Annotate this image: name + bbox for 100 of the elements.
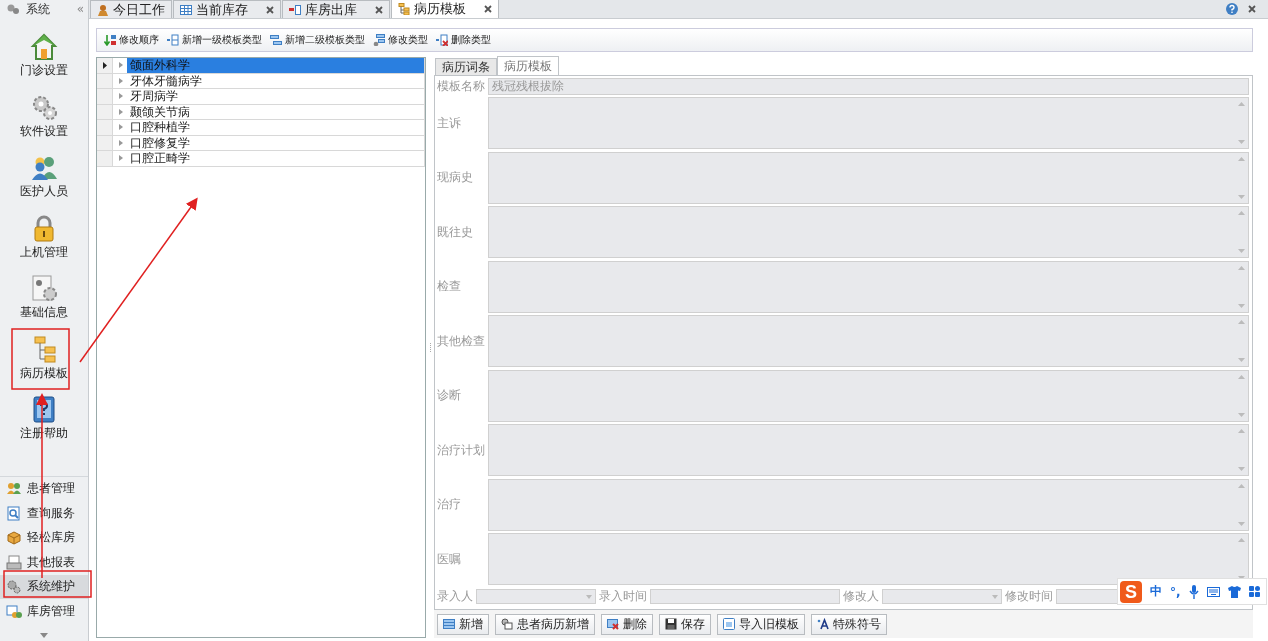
tab[interactable]: 库房出库 bbox=[282, 0, 390, 18]
text-area-field[interactable] bbox=[488, 151, 1249, 204]
field-label: 现病史 bbox=[437, 169, 474, 186]
navigation-item[interactable]: 系统维护 bbox=[0, 574, 88, 599]
close-icon bbox=[1248, 5, 1256, 13]
punctuation-button[interactable]: °, bbox=[1170, 584, 1181, 599]
chevron-down-icon bbox=[40, 633, 48, 638]
scroll-up-icon bbox=[1238, 483, 1245, 488]
text-area-field[interactable] bbox=[488, 533, 1249, 585]
microphone-icon bbox=[1188, 584, 1199, 599]
house-icon bbox=[30, 32, 58, 60]
scroll-down-icon bbox=[1238, 412, 1245, 417]
text-field[interactable] bbox=[650, 589, 840, 604]
text-area-field[interactable] bbox=[488, 97, 1249, 149]
tree-row[interactable]: 牙周病学 bbox=[127, 89, 425, 105]
scroll-down-icon bbox=[1238, 521, 1245, 526]
keyboard-icon bbox=[1206, 586, 1220, 597]
field-label: 录入人 bbox=[437, 588, 473, 605]
sidebar-item[interactable]: 病历模板 bbox=[9, 332, 79, 393]
toolbar-button[interactable]: 新增二级模板类型 bbox=[270, 33, 365, 47]
record-icon bbox=[501, 618, 513, 630]
dropdown-arrow-icon bbox=[586, 594, 592, 599]
current-row-icon bbox=[102, 61, 107, 69]
navigation-item[interactable]: 库房管理 bbox=[0, 599, 88, 624]
text-area-field[interactable] bbox=[488, 315, 1249, 367]
toolbar-button[interactable]: 新增一级模板类型 bbox=[167, 33, 262, 47]
text-area-field[interactable] bbox=[488, 478, 1249, 531]
text-area-field[interactable] bbox=[488, 260, 1249, 313]
people-icon bbox=[6, 481, 22, 497]
gears-icon bbox=[6, 579, 22, 595]
tree-row[interactable]: 口腔正畸学 bbox=[127, 151, 425, 167]
magnifier-document-icon bbox=[6, 505, 22, 521]
field-label: 医嘱 bbox=[437, 550, 462, 568]
dropdown-field[interactable] bbox=[476, 589, 596, 604]
sidebar-title: 系统 bbox=[26, 0, 50, 18]
delete-icon bbox=[607, 618, 619, 630]
field-label: 修改人 bbox=[843, 588, 879, 605]
sidebar-item[interactable]: 医护人员 bbox=[9, 151, 79, 212]
edit-type-icon bbox=[373, 34, 385, 46]
field-label: 模板名称 bbox=[437, 77, 485, 95]
person-icon bbox=[97, 3, 109, 16]
delete-type-icon bbox=[436, 34, 448, 46]
tree-row[interactable]: 颌面外科学 bbox=[127, 58, 425, 74]
window-icon bbox=[6, 603, 22, 619]
add-sublevel-icon bbox=[270, 34, 282, 46]
scroll-down-icon bbox=[1238, 467, 1245, 471]
field-label: 录入时间 bbox=[599, 588, 647, 605]
tree-row[interactable]: 牙体牙髓病学 bbox=[127, 73, 425, 89]
scroll-up-icon bbox=[1238, 265, 1245, 270]
tree-row[interactable]: 口腔种植学 bbox=[127, 120, 425, 136]
dropdown-field[interactable] bbox=[882, 589, 1002, 604]
tab[interactable]: 当前库存 bbox=[173, 0, 281, 18]
scroll-down-icon bbox=[1238, 249, 1245, 253]
exit-icon bbox=[289, 3, 301, 16]
field-label: 检查 bbox=[437, 278, 462, 295]
scroll-up-icon bbox=[1238, 429, 1245, 433]
import-icon bbox=[723, 618, 735, 630]
scroll-up-icon bbox=[1238, 320, 1245, 324]
add-level-icon bbox=[167, 34, 179, 46]
text-area-field[interactable] bbox=[488, 369, 1249, 422]
symbol-icon bbox=[817, 618, 829, 630]
help-icon bbox=[1226, 3, 1238, 15]
sidebar-item[interactable]: 上机管理 bbox=[9, 211, 79, 272]
field-label: 既往史 bbox=[437, 223, 474, 241]
tab[interactable]: 病历模板 bbox=[391, 0, 499, 18]
text-area-field[interactable] bbox=[488, 424, 1249, 476]
tree-row[interactable]: 口腔修复学 bbox=[127, 135, 425, 151]
field-label: 诊断 bbox=[437, 387, 462, 404]
tree-diagram-icon bbox=[398, 3, 410, 15]
gears-icon bbox=[6, 3, 20, 15]
dropdown-arrow-icon bbox=[992, 594, 998, 599]
box-icon bbox=[6, 530, 22, 546]
apps-icon bbox=[1248, 586, 1260, 597]
highlight-box bbox=[11, 328, 70, 390]
scroll-up-icon bbox=[1238, 374, 1245, 379]
table-icon bbox=[180, 3, 192, 16]
toolbar-button[interactable]: 修改类型 bbox=[373, 33, 428, 47]
close-icon bbox=[375, 5, 383, 14]
scroll-down-icon bbox=[1238, 303, 1245, 308]
sidebar-item[interactable]: 软件设置 bbox=[9, 90, 79, 151]
sidebar-item[interactable]: 基础信息 bbox=[9, 272, 79, 333]
splitter-handle-icon bbox=[428, 342, 432, 353]
document-gear-icon bbox=[30, 274, 58, 302]
shirt-icon bbox=[1227, 585, 1241, 598]
field-label: 其他检查 bbox=[437, 332, 486, 350]
tab[interactable]: 今日工作 bbox=[90, 0, 172, 18]
field-label: 主诉 bbox=[437, 114, 462, 132]
toolbar-button[interactable]: 修改顺序 bbox=[104, 33, 159, 47]
printer-icon bbox=[6, 554, 22, 570]
grid-icon bbox=[443, 618, 455, 630]
field-label: 治疗 bbox=[437, 496, 462, 513]
scroll-down-icon bbox=[1238, 358, 1245, 362]
text-area-field[interactable] bbox=[488, 206, 1249, 258]
toolbar-button[interactable]: 删除类型 bbox=[436, 33, 491, 47]
input-mode-button[interactable]: 中 bbox=[1150, 583, 1162, 600]
scroll-down-icon bbox=[1238, 140, 1245, 144]
sidebar-item[interactable]: 门诊设置 bbox=[9, 30, 79, 91]
close-icon bbox=[484, 5, 492, 13]
tree-row[interactable]: 颞颌关节病 bbox=[127, 104, 425, 120]
scroll-down-icon bbox=[1238, 194, 1245, 199]
